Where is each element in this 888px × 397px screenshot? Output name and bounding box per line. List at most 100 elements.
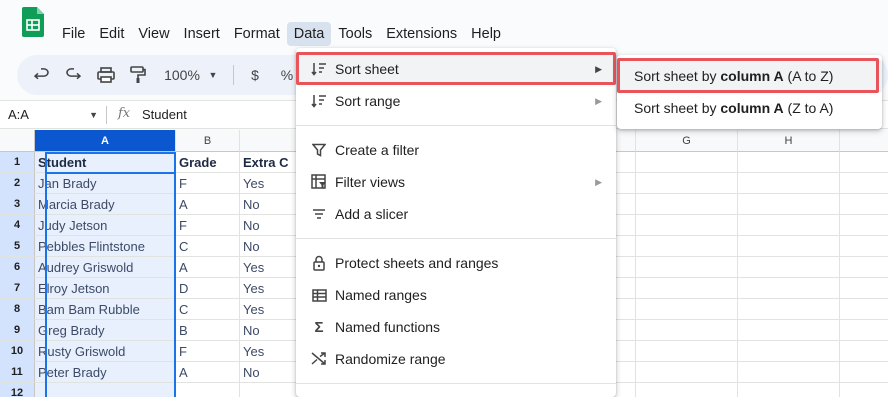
- row-header[interactable]: 10: [0, 341, 35, 362]
- cell-b[interactable]: C: [176, 299, 240, 320]
- sort-sheet-z-to-a[interactable]: Sort sheet by column A (Z to A): [617, 92, 882, 124]
- column-header-h[interactable]: H: [738, 130, 840, 152]
- cell-g[interactable]: [636, 383, 738, 397]
- cell-g[interactable]: [636, 299, 738, 320]
- cell-a[interactable]: Rusty Griswold: [35, 341, 176, 362]
- cell-h[interactable]: [738, 152, 840, 173]
- cell-h[interactable]: [738, 299, 840, 320]
- column-header-b[interactable]: B: [176, 130, 240, 152]
- cell-b[interactable]: [176, 383, 240, 397]
- row-header[interactable]: 1: [0, 152, 35, 173]
- menu-item-named-ranges[interactable]: Named ranges: [296, 279, 616, 311]
- cell-a[interactable]: Marcia Brady: [35, 194, 176, 215]
- cell-i[interactable]: [840, 278, 888, 299]
- print-icon[interactable]: [96, 65, 116, 85]
- undo-icon[interactable]: [33, 65, 51, 85]
- cell-g[interactable]: [636, 236, 738, 257]
- cell-a[interactable]: Jan Brady: [35, 173, 176, 194]
- menu-help[interactable]: Help: [464, 22, 508, 46]
- select-all-corner[interactable]: [0, 130, 35, 152]
- menu-file[interactable]: File: [55, 22, 92, 46]
- name-box[interactable]: A:A ▼: [8, 107, 98, 123]
- cell-a[interactable]: Elroy Jetson: [35, 278, 176, 299]
- column-header-i[interactable]: [840, 130, 888, 152]
- cell-a[interactable]: Student: [35, 152, 176, 173]
- menu-item-randomize-range[interactable]: Randomize range: [296, 343, 616, 375]
- cell-b[interactable]: F: [176, 341, 240, 362]
- row-header[interactable]: 3: [0, 194, 35, 215]
- cell-g[interactable]: [636, 341, 738, 362]
- menu-view[interactable]: View: [131, 22, 176, 46]
- cell-g[interactable]: [636, 152, 738, 173]
- cell-b[interactable]: D: [176, 278, 240, 299]
- sort-sheet-a-to-z[interactable]: Sort sheet by column A (A to Z): [617, 60, 882, 92]
- cell-b[interactable]: A: [176, 362, 240, 383]
- row-header[interactable]: 6: [0, 257, 35, 278]
- menu-item-create-filter[interactable]: Create a filter: [296, 134, 616, 166]
- cell-g[interactable]: [636, 362, 738, 383]
- menu-data[interactable]: Data: [286, 22, 332, 46]
- row-header[interactable]: 8: [0, 299, 35, 320]
- sheets-logo-icon[interactable]: [22, 7, 44, 37]
- cell-g[interactable]: [636, 257, 738, 278]
- cell-b[interactable]: F: [176, 215, 240, 236]
- menu-format[interactable]: Format: [227, 22, 287, 46]
- cell-i[interactable]: [840, 257, 888, 278]
- column-header-a[interactable]: A: [35, 130, 176, 152]
- cell-g[interactable]: [636, 173, 738, 194]
- paint-format-icon[interactable]: [129, 65, 147, 85]
- menu-item-sort-range[interactable]: Sort range ▶: [296, 85, 616, 117]
- cell-g[interactable]: [636, 215, 738, 236]
- menu-item-filter-views[interactable]: Filter views ▶: [296, 166, 616, 198]
- cell-a[interactable]: Peter Brady: [35, 362, 176, 383]
- cell-g[interactable]: [636, 278, 738, 299]
- menu-item-named-functions[interactable]: Σ Named functions: [296, 311, 616, 343]
- cell-i[interactable]: [840, 299, 888, 320]
- cell-i[interactable]: [840, 236, 888, 257]
- menu-extensions[interactable]: Extensions: [379, 22, 464, 46]
- cell-i[interactable]: [840, 383, 888, 397]
- cell-b[interactable]: B: [176, 320, 240, 341]
- menu-insert[interactable]: Insert: [177, 22, 227, 46]
- cell-b[interactable]: Grade: [176, 152, 240, 173]
- cell-a[interactable]: [35, 383, 176, 397]
- cell-a[interactable]: Judy Jetson: [35, 215, 176, 236]
- cell-h[interactable]: [738, 383, 840, 397]
- row-header[interactable]: 2: [0, 173, 35, 194]
- redo-icon[interactable]: [64, 65, 82, 85]
- cell-a[interactable]: Greg Brady: [35, 320, 176, 341]
- cell-a[interactable]: Audrey Griswold: [35, 257, 176, 278]
- currency-button[interactable]: $: [245, 65, 265, 85]
- cell-i[interactable]: [840, 173, 888, 194]
- cell-i[interactable]: [840, 215, 888, 236]
- zoom-select[interactable]: 100%: [162, 65, 202, 85]
- cell-h[interactable]: [738, 173, 840, 194]
- cell-g[interactable]: [636, 194, 738, 215]
- cell-h[interactable]: [738, 236, 840, 257]
- cell-h[interactable]: [738, 362, 840, 383]
- row-header[interactable]: 7: [0, 278, 35, 299]
- menu-edit[interactable]: Edit: [92, 22, 131, 46]
- cell-h[interactable]: [738, 194, 840, 215]
- cell-b[interactable]: F: [176, 173, 240, 194]
- menu-item-sort-sheet[interactable]: Sort sheet ▶: [296, 53, 616, 85]
- menu-tools[interactable]: Tools: [331, 22, 379, 46]
- formula-input[interactable]: Student: [142, 107, 187, 122]
- cell-h[interactable]: [738, 215, 840, 236]
- column-header-g[interactable]: G: [636, 130, 738, 152]
- menu-item-add-slicer[interactable]: Add a slicer: [296, 198, 616, 230]
- cell-b[interactable]: A: [176, 257, 240, 278]
- cell-g[interactable]: [636, 320, 738, 341]
- percent-button[interactable]: %: [277, 65, 297, 85]
- row-header[interactable]: 4: [0, 215, 35, 236]
- cell-h[interactable]: [738, 341, 840, 362]
- cell-a[interactable]: Bam Bam Rubble: [35, 299, 176, 320]
- cell-a[interactable]: Pebbles Flintstone: [35, 236, 176, 257]
- chevron-down-icon[interactable]: ▼: [89, 107, 98, 123]
- cell-h[interactable]: [738, 278, 840, 299]
- cell-i[interactable]: [840, 194, 888, 215]
- row-header[interactable]: 12: [0, 383, 35, 397]
- menu-item-protect-sheets[interactable]: Protect sheets and ranges: [296, 247, 616, 279]
- chevron-down-icon[interactable]: ▼: [207, 65, 219, 85]
- row-header[interactable]: 9: [0, 320, 35, 341]
